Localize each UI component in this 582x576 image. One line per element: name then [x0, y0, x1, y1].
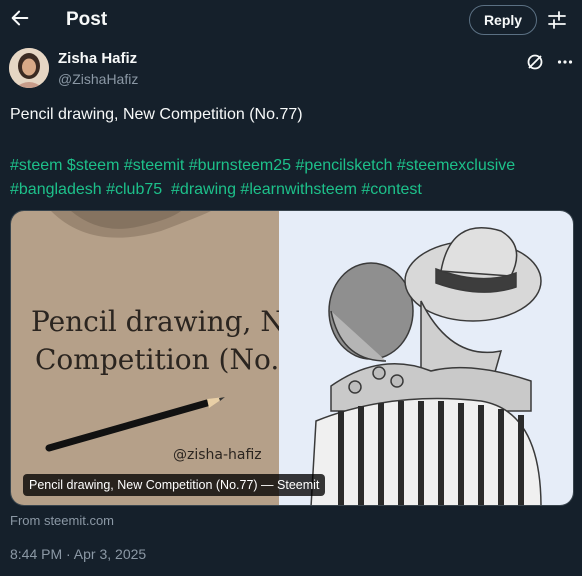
artwork-signature: @zisha-hafiz — [173, 447, 262, 463]
post-text: Pencil drawing, New Competition (No.77) — [10, 106, 303, 123]
hashtag[interactable]: #contest — [361, 181, 421, 198]
hashtag[interactable]: #steemexclusive — [397, 157, 515, 174]
hashtag[interactable]: #steemit — [124, 157, 184, 174]
hashtag-list: #steem $steem #steemit #burnsteem25 #pen… — [10, 154, 570, 202]
hashtag[interactable]: $steem — [67, 157, 119, 174]
hashtag[interactable]: #learnwithsteem — [240, 181, 357, 198]
back-arrow-icon[interactable] — [9, 7, 31, 29]
post-timestamp[interactable]: 8:44 PM · Apr 3, 2025 — [10, 546, 146, 562]
hashtag[interactable]: #steem — [10, 157, 62, 174]
hashtag[interactable]: #drawing — [171, 181, 236, 198]
hashtag[interactable]: #bangladesh — [10, 181, 102, 198]
steem-icon[interactable] — [526, 53, 544, 71]
hashtag[interactable]: #burnsteem25 — [189, 157, 291, 174]
more-icon[interactable] — [557, 59, 573, 65]
author-handle[interactable]: @ZishaHafiz — [58, 71, 138, 87]
hashtag[interactable]: #pencilsketch — [296, 157, 393, 174]
reply-button[interactable]: Reply — [469, 5, 537, 35]
hashtag[interactable]: #club75 — [106, 181, 162, 198]
top-bar: Post Reply — [0, 0, 582, 42]
author-name[interactable]: Zisha Hafiz — [58, 50, 137, 67]
filter-icon[interactable] — [547, 10, 567, 30]
artwork-image: Pencil drawing, New Competition (No.77) … — [11, 211, 573, 505]
avatar[interactable] — [9, 48, 49, 88]
avatar-image — [9, 48, 49, 88]
source-link[interactable]: From steemit.com — [10, 513, 114, 528]
link-card-image[interactable]: Pencil drawing, New Competition (No.77) … — [10, 210, 574, 506]
page-title: Post — [66, 9, 108, 30]
link-card-caption: Pencil drawing, New Competition (No.77) … — [23, 474, 326, 496]
